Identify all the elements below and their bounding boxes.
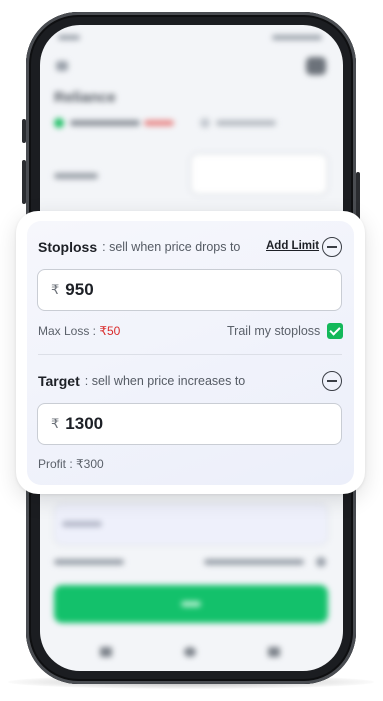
max-loss-value: ₹50 xyxy=(99,324,121,338)
exchange-radio[interactable] xyxy=(200,118,210,128)
status-bar xyxy=(40,25,343,45)
max-loss-label: Max Loss : xyxy=(38,324,100,338)
stoploss-price-value: 950 xyxy=(65,280,94,299)
target-subtitle: : sell when price increases to xyxy=(84,374,246,388)
target-title: Target xyxy=(38,373,80,389)
profit-text: Profit : ₹300 xyxy=(38,457,104,471)
stoploss-subtitle: : sell when price drops to xyxy=(102,240,241,254)
max-loss-text: Max Loss : ₹50 xyxy=(38,324,120,338)
quantity-label xyxy=(54,173,98,179)
nav-home-icon[interactable] xyxy=(184,647,196,657)
rupee-icon: ₹ xyxy=(51,416,60,431)
remove-target-minus-icon[interactable] xyxy=(322,371,342,391)
trail-stoploss-label: Trail my stoploss xyxy=(227,324,321,338)
stoploss-price-input[interactable]: ₹ 950 xyxy=(37,269,342,311)
target-price-value: 1300 xyxy=(65,414,104,433)
nav-recents-icon[interactable] xyxy=(268,647,280,657)
back-arrow-icon[interactable] xyxy=(56,61,68,71)
rupee-icon: ₹ xyxy=(51,282,60,297)
section-divider xyxy=(38,354,342,355)
stock-title: Reliance xyxy=(54,89,116,106)
quantity-field[interactable] xyxy=(190,153,328,195)
remove-stoploss-minus-icon[interactable] xyxy=(322,237,342,257)
app-stage: Reliance Stoploss : sell when price drop… xyxy=(0,0,383,701)
exchange-radio-selected[interactable] xyxy=(54,118,64,128)
margin-row xyxy=(54,557,328,567)
trail-stoploss-checkbox[interactable] xyxy=(327,323,343,339)
phone-side-button xyxy=(22,119,26,143)
buy-button[interactable] xyxy=(54,585,328,623)
stoploss-header: Stoploss : sell when price drops to xyxy=(38,239,240,255)
stoploss-title: Stoploss xyxy=(38,239,98,255)
nav-back-icon[interactable] xyxy=(100,647,112,657)
add-limit-link[interactable]: Add Limit xyxy=(266,240,319,252)
target-price-input[interactable]: ₹ 1300 xyxy=(37,403,342,445)
menu-icon[interactable] xyxy=(306,57,326,75)
stoploss-target-card xyxy=(27,221,354,485)
phone-volume-button xyxy=(22,160,26,204)
target-header: Target : sell when price increases to xyxy=(38,373,245,389)
